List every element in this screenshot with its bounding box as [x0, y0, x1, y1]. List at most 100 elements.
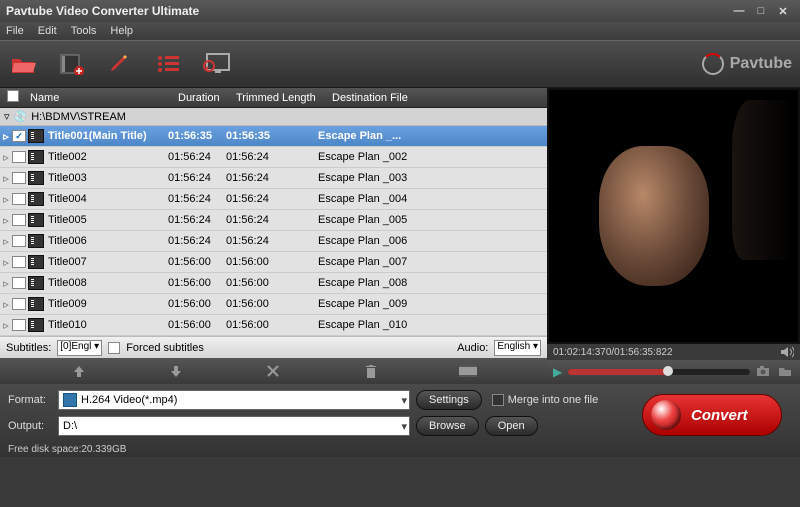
expand-icon[interactable]: ▹ [0, 319, 12, 332]
row-name: Title004 [48, 193, 168, 205]
row-checkbox[interactable] [12, 235, 26, 247]
row-checkbox[interactable] [12, 277, 26, 289]
bottom-panel: Format: H.264 Video(*.mp4) ▾ Settings Me… [0, 384, 800, 457]
settings-button[interactable]: Settings [416, 390, 482, 410]
table-row[interactable]: ▹Title00201:56:2401:56:24Escape Plan _00… [0, 147, 547, 168]
select-all-checkbox[interactable] [7, 90, 19, 102]
snapshot-folder-button[interactable] [778, 365, 794, 379]
toolbar: Pavtube [0, 40, 800, 88]
video-file-icon [28, 318, 44, 332]
row-checkbox[interactable] [12, 319, 26, 331]
trash-icon [364, 363, 378, 379]
row-name: Title002 [48, 151, 168, 163]
delete-button[interactable] [359, 362, 383, 380]
expand-icon[interactable]: ▹ [0, 172, 12, 185]
col-duration[interactable]: Duration [178, 92, 236, 104]
expand-icon[interactable]: ▹ [0, 298, 12, 311]
menu-help[interactable]: Help [110, 25, 133, 37]
video-file-icon [28, 255, 44, 269]
video-file-icon [28, 213, 44, 227]
table-row[interactable]: ▹Title00501:56:2401:56:24Escape Plan _00… [0, 210, 547, 231]
table-row[interactable]: ▹Title00901:56:0001:56:00Escape Plan _00… [0, 294, 547, 315]
mp4-icon [63, 393, 77, 407]
col-name[interactable]: Name [26, 92, 178, 104]
subtitles-select[interactable]: [0]Engl ▾ [57, 340, 102, 356]
expand-icon[interactable]: ▹ [0, 235, 12, 248]
source-row[interactable]: ▿ 💿 H:\BDMV\STREAM [0, 108, 547, 126]
snapshot-button[interactable] [756, 365, 772, 379]
table-row[interactable]: ▹Title00801:56:0001:56:00Escape Plan _00… [0, 273, 547, 294]
merge-checkbox[interactable] [492, 394, 504, 406]
subtitle-audio-bar: Subtitles: [0]Engl ▾ Forced subtitles Au… [0, 336, 547, 358]
menu-file[interactable]: File [6, 25, 24, 37]
format-label: Format: [8, 394, 52, 406]
col-trimmed[interactable]: Trimmed Length [236, 92, 328, 104]
open-file-button[interactable] [8, 48, 40, 80]
table-row[interactable]: ▹Title00701:56:0001:56:00Escape Plan _00… [0, 252, 547, 273]
expand-icon[interactable]: ▹ [0, 214, 12, 227]
row-duration: 01:56:24 [168, 214, 226, 226]
play-button[interactable]: ▶ [553, 365, 562, 379]
seek-slider[interactable] [568, 369, 750, 375]
row-checkbox[interactable] [12, 151, 26, 163]
list-button[interactable] [152, 48, 184, 80]
row-duration: 01:56:00 [168, 277, 226, 289]
convert-button[interactable]: Convert [642, 394, 782, 436]
output-value: D:\ [63, 420, 77, 432]
row-destination: Escape Plan _004 [318, 193, 547, 205]
col-destination[interactable]: Destination File [328, 92, 547, 104]
row-destination: Escape Plan _007 [318, 256, 547, 268]
maximize-button[interactable]: □ [750, 5, 772, 17]
expand-icon[interactable]: ▹ [0, 277, 12, 290]
forced-subtitles-label: Forced subtitles [126, 342, 204, 354]
audio-select[interactable]: English ▾ [494, 340, 541, 356]
move-up-button[interactable] [67, 362, 91, 380]
video-file-icon [28, 234, 44, 248]
row-checkbox[interactable] [12, 298, 26, 310]
convert-orb-icon [651, 400, 681, 430]
table-row[interactable]: ▹Title01001:56:0001:56:00Escape Plan _01… [0, 315, 547, 336]
clip-button[interactable] [456, 362, 480, 380]
table-row[interactable]: ▹✓Title001(Main Title)01:56:3501:56:35Es… [0, 126, 547, 147]
row-destination: Escape Plan _... [318, 130, 547, 142]
seek-knob[interactable] [663, 366, 673, 376]
edit-button[interactable] [104, 48, 136, 80]
playback-time: 01:02:14:370/01:56:35:822 [553, 347, 673, 358]
row-checkbox[interactable] [12, 256, 26, 268]
format-select[interactable]: H.264 Video(*.mp4) ▾ [58, 390, 410, 410]
screen-search-button[interactable] [200, 48, 232, 80]
close-button[interactable]: ✕ [772, 5, 794, 18]
folder-open-icon [10, 53, 38, 75]
output-path-input[interactable]: D:\ ▾ [58, 416, 410, 436]
video-preview[interactable] [549, 90, 798, 342]
forced-subtitles-checkbox[interactable] [108, 342, 120, 354]
table-row[interactable]: ▹Title00401:56:2401:56:24Escape Plan _00… [0, 189, 547, 210]
expand-icon[interactable]: ▹ [0, 151, 12, 164]
expand-icon[interactable]: ▹ [0, 130, 12, 143]
chevron-down-icon: ▾ [401, 394, 407, 407]
minimize-button[interactable]: — [728, 5, 750, 17]
remove-button[interactable] [261, 362, 285, 380]
move-down-button[interactable] [164, 362, 188, 380]
arrow-down-icon [169, 364, 183, 378]
expand-icon[interactable]: ▹ [0, 193, 12, 206]
add-video-button[interactable] [56, 48, 88, 80]
row-trimmed: 01:56:24 [226, 172, 318, 184]
browse-button[interactable]: Browse [416, 416, 479, 436]
table-row[interactable]: ▹Title00301:56:2401:56:24Escape Plan _00… [0, 168, 547, 189]
row-checkbox[interactable] [12, 172, 26, 184]
film-plus-icon [59, 53, 85, 75]
row-destination: Escape Plan _006 [318, 235, 547, 247]
row-duration: 01:56:24 [168, 235, 226, 247]
menu-edit[interactable]: Edit [38, 25, 57, 37]
table-row[interactable]: ▹Title00601:56:2401:56:24Escape Plan _00… [0, 231, 547, 252]
row-checkbox[interactable]: ✓ [12, 130, 26, 142]
camera-icon [756, 365, 770, 377]
row-checkbox[interactable] [12, 214, 26, 226]
row-checkbox[interactable] [12, 193, 26, 205]
open-button[interactable]: Open [485, 416, 538, 436]
expand-icon[interactable]: ▹ [0, 256, 12, 269]
volume-button[interactable] [780, 346, 794, 358]
menu-tools[interactable]: Tools [71, 25, 97, 37]
video-file-icon [28, 192, 44, 206]
